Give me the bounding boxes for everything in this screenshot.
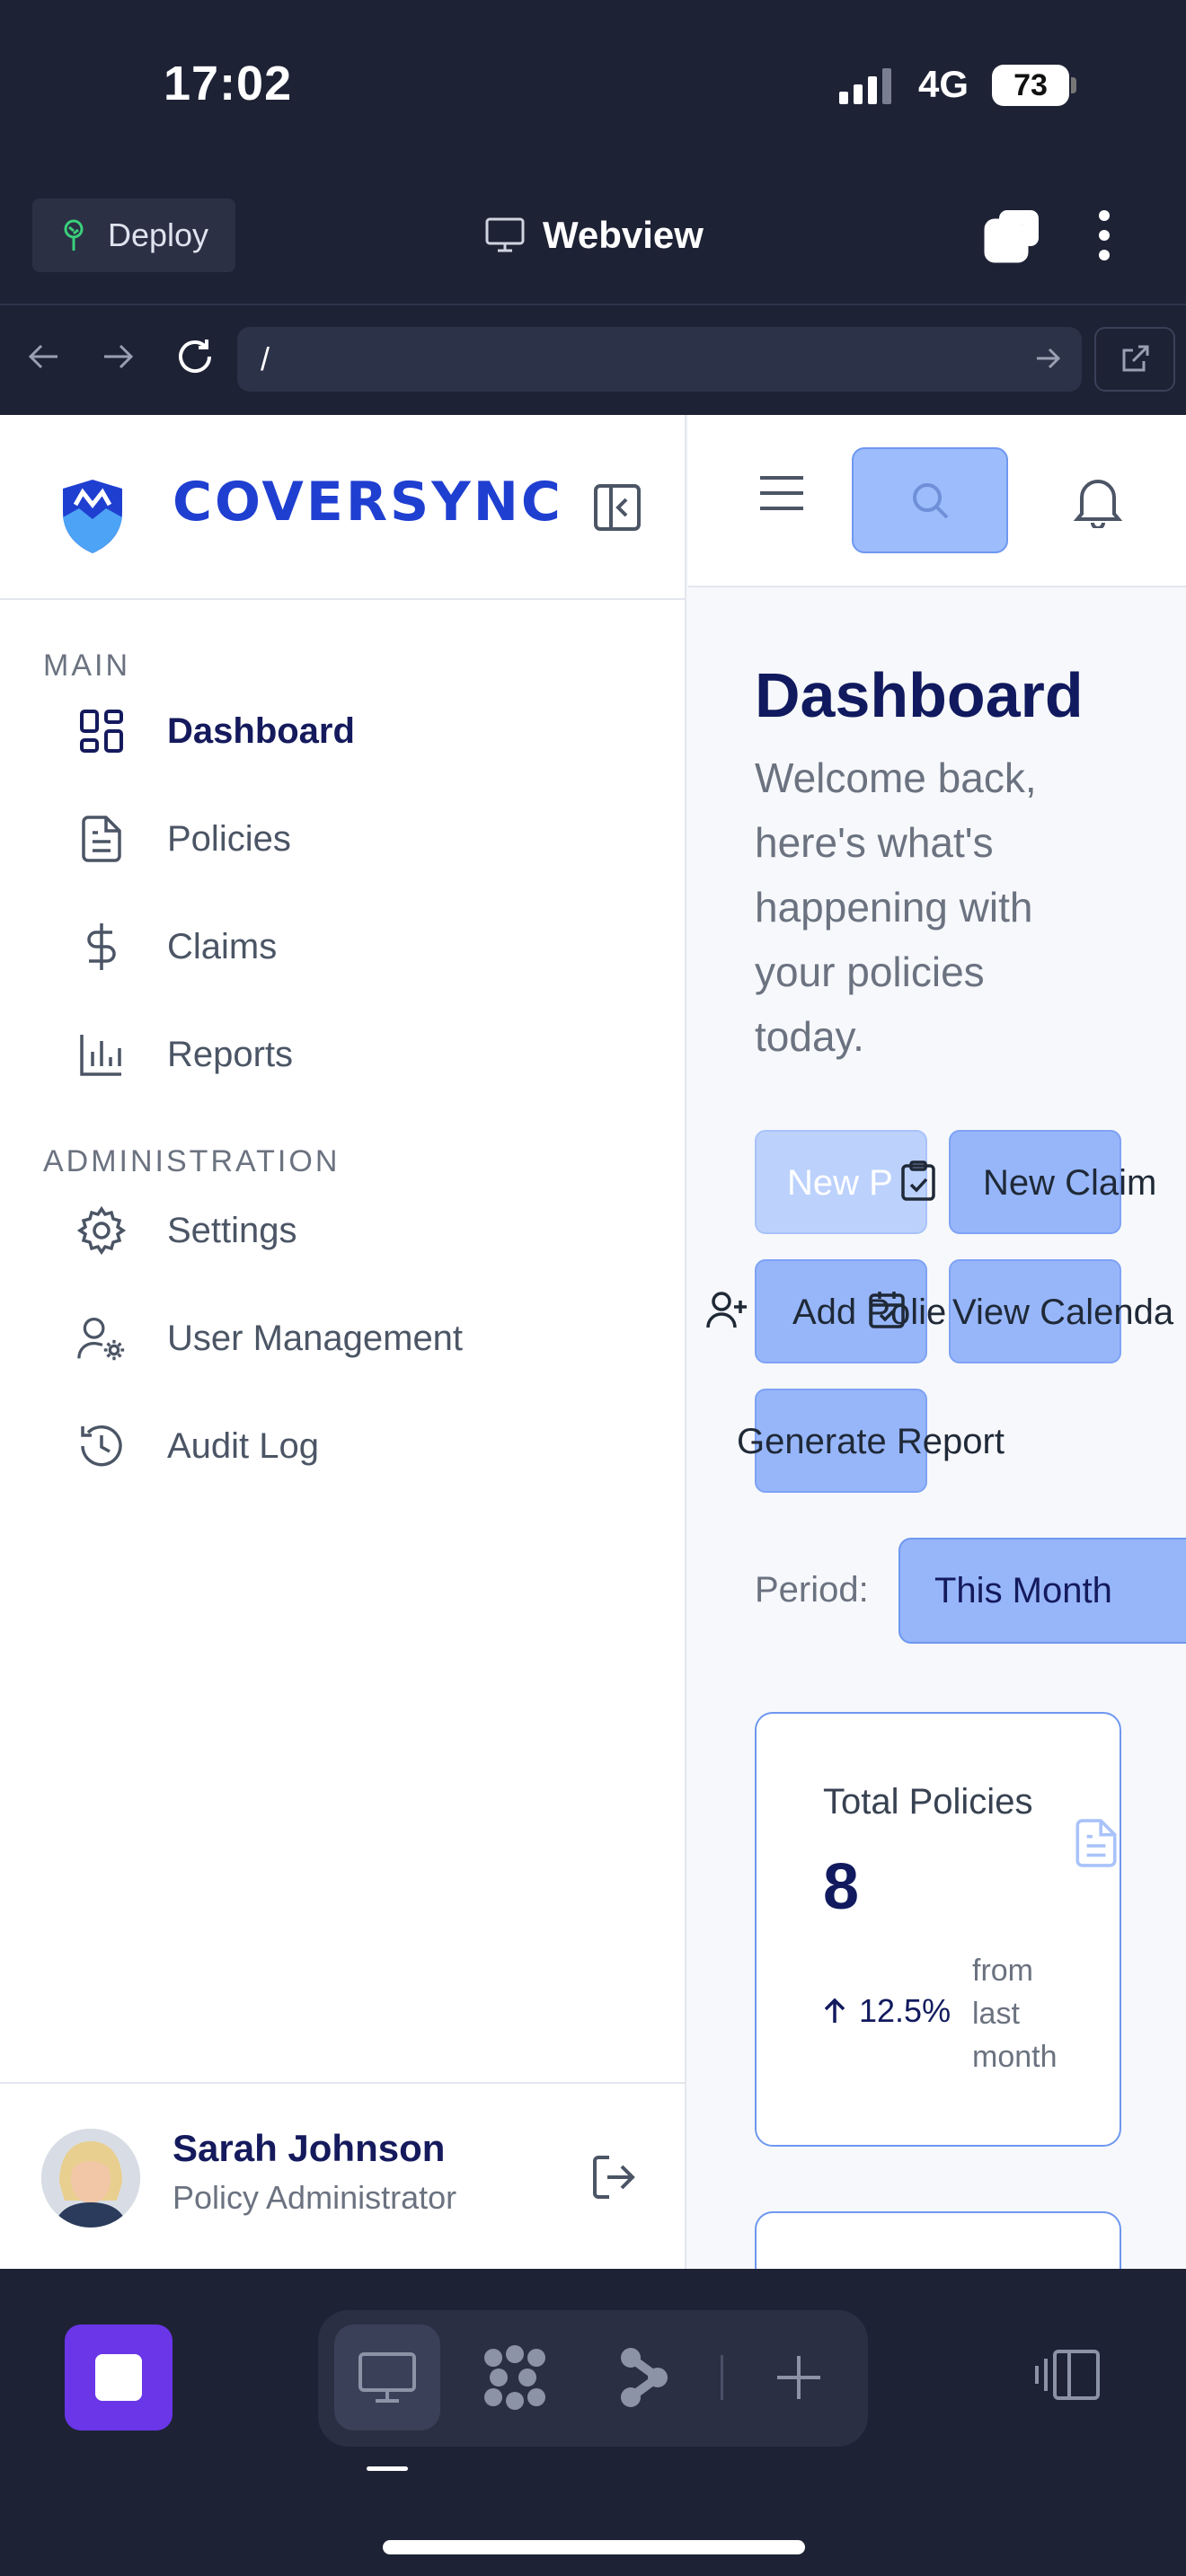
sidebar-item-audit-log[interactable]: Audit Log	[77, 1410, 319, 1482]
hamburger-menu-icon[interactable]	[758, 474, 805, 512]
sidebar: COVERSYNC MAIN Dashboard Policies Claims	[0, 415, 686, 2269]
sidebar-item-dashboard[interactable]: Dashboard	[77, 695, 355, 767]
home-indicator	[383, 2540, 805, 2554]
stat-change-note: from last month	[972, 1954, 1058, 2074]
sidebar-item-label: Claims	[167, 926, 278, 966]
total-policies-card	[755, 1712, 1121, 2147]
dollar-icon	[77, 922, 126, 971]
stat-value: 8	[823, 1851, 860, 1923]
back-arrow-icon[interactable]	[25, 338, 63, 375]
more-options-icon[interactable]	[1091, 208, 1118, 262]
deploy-label: Deploy	[108, 216, 209, 253]
open-external-button[interactable]	[1094, 327, 1175, 392]
deploy-button[interactable]: Deploy	[32, 198, 235, 272]
gear-icon	[77, 1206, 126, 1255]
bar-chart-icon	[77, 1030, 126, 1079]
sidebar-item-label: User Management	[167, 1318, 464, 1358]
sidebar-item-label: Settings	[167, 1210, 297, 1250]
sidebar-item-label: Policies	[167, 818, 291, 859]
app-square-icon	[95, 2354, 142, 2401]
main-section-heading: MAIN	[43, 648, 130, 683]
tree-icon	[59, 218, 88, 252]
generate-report-label: Generate Report	[737, 1422, 1005, 1461]
document-icon	[1075, 1818, 1118, 1868]
user-name: Sarah Johnson	[173, 2127, 446, 2169]
webview-title: Webview	[485, 207, 704, 264]
sidebar-item-policies[interactable]: Policies	[77, 803, 291, 875]
brand-header: COVERSYNC	[0, 415, 686, 600]
add-tab-button[interactable]	[746, 2325, 852, 2430]
new-claim-label: New Claim	[983, 1163, 1157, 1203]
battery-cap	[1071, 77, 1076, 93]
branch-icon	[618, 2345, 670, 2410]
stat-change: 12.5%	[823, 1992, 951, 2030]
notification-bell-icon[interactable]	[1073, 474, 1123, 528]
stat-change-value: 12.5%	[859, 1992, 951, 2029]
clipboard-check-icon	[900, 1160, 936, 1202]
split-view-icon[interactable]	[1033, 2348, 1102, 2402]
search-icon	[910, 481, 950, 520]
page-subtitle: Welcome back, here's what's happening wi…	[755, 754, 1037, 1060]
monitor-icon	[358, 2351, 417, 2404]
plus-icon	[774, 2352, 824, 2403]
logout-icon[interactable]	[589, 2152, 640, 2202]
new-policy-label: New P	[787, 1163, 893, 1203]
sidebar-item-user-management[interactable]: User Management	[77, 1302, 463, 1374]
history-icon	[77, 1422, 126, 1470]
sidebar-item-label: Audit Log	[167, 1425, 320, 1466]
reload-icon[interactable]	[174, 336, 216, 377]
sidebar-item-label: Reports	[167, 1034, 294, 1074]
document-icon	[77, 815, 126, 863]
desktop-view-button[interactable]	[334, 2325, 440, 2430]
network-type: 4G	[918, 63, 969, 105]
forward-arrow-icon[interactable]	[99, 338, 137, 375]
sidebar-item-settings[interactable]: Settings	[77, 1195, 297, 1266]
tabs-button[interactable]	[983, 208, 1040, 264]
user-role: Policy Administrator	[173, 2179, 457, 2216]
status-time: 17:02	[164, 57, 293, 110]
shield-logo-icon	[59, 478, 126, 555]
arrow-up-icon	[823, 1998, 846, 2025]
agent-cluster-icon	[481, 2345, 549, 2410]
brand-name: COVERSYNC	[173, 471, 563, 534]
dashboard-icon	[77, 707, 126, 755]
avatar[interactable]	[41, 2129, 140, 2228]
page-title: Dashboard	[755, 660, 1084, 730]
collapse-sidebar-icon[interactable]	[593, 483, 642, 532]
go-arrow-icon[interactable]	[1033, 343, 1064, 374]
webview-label: Webview	[543, 214, 704, 256]
sidebar-item-label: Dashboard	[167, 710, 355, 751]
monitor-icon	[485, 217, 525, 253]
agent-button[interactable]	[462, 2325, 568, 2430]
period-label: Period:	[755, 1570, 869, 1610]
admin-section-heading: ADMINISTRATION	[43, 1144, 341, 1178]
search-button[interactable]	[852, 447, 1008, 553]
mode-divider	[721, 2355, 723, 2400]
calendar-icon	[868, 1290, 906, 1329]
view-calendar-label: View Calenda	[952, 1292, 1174, 1332]
stat-label: Total Policies	[823, 1782, 1033, 1822]
status-bar: 17:02 4G 73	[0, 0, 1186, 180]
sidebar-item-reports[interactable]: Reports	[77, 1019, 293, 1090]
url-input[interactable]: /	[237, 327, 1082, 392]
app-switcher-button[interactable]	[65, 2325, 173, 2430]
deploy-mode-button[interactable]	[591, 2325, 697, 2430]
active-mode-indicator	[367, 2466, 408, 2471]
sidebar-item-claims[interactable]: Claims	[77, 911, 277, 983]
signal-icon	[839, 68, 898, 104]
user-cog-icon	[77, 1314, 126, 1363]
user-plus-icon	[706, 1292, 748, 1329]
period-select[interactable]: This Month	[898, 1538, 1186, 1644]
battery-indicator: 73	[992, 65, 1069, 106]
